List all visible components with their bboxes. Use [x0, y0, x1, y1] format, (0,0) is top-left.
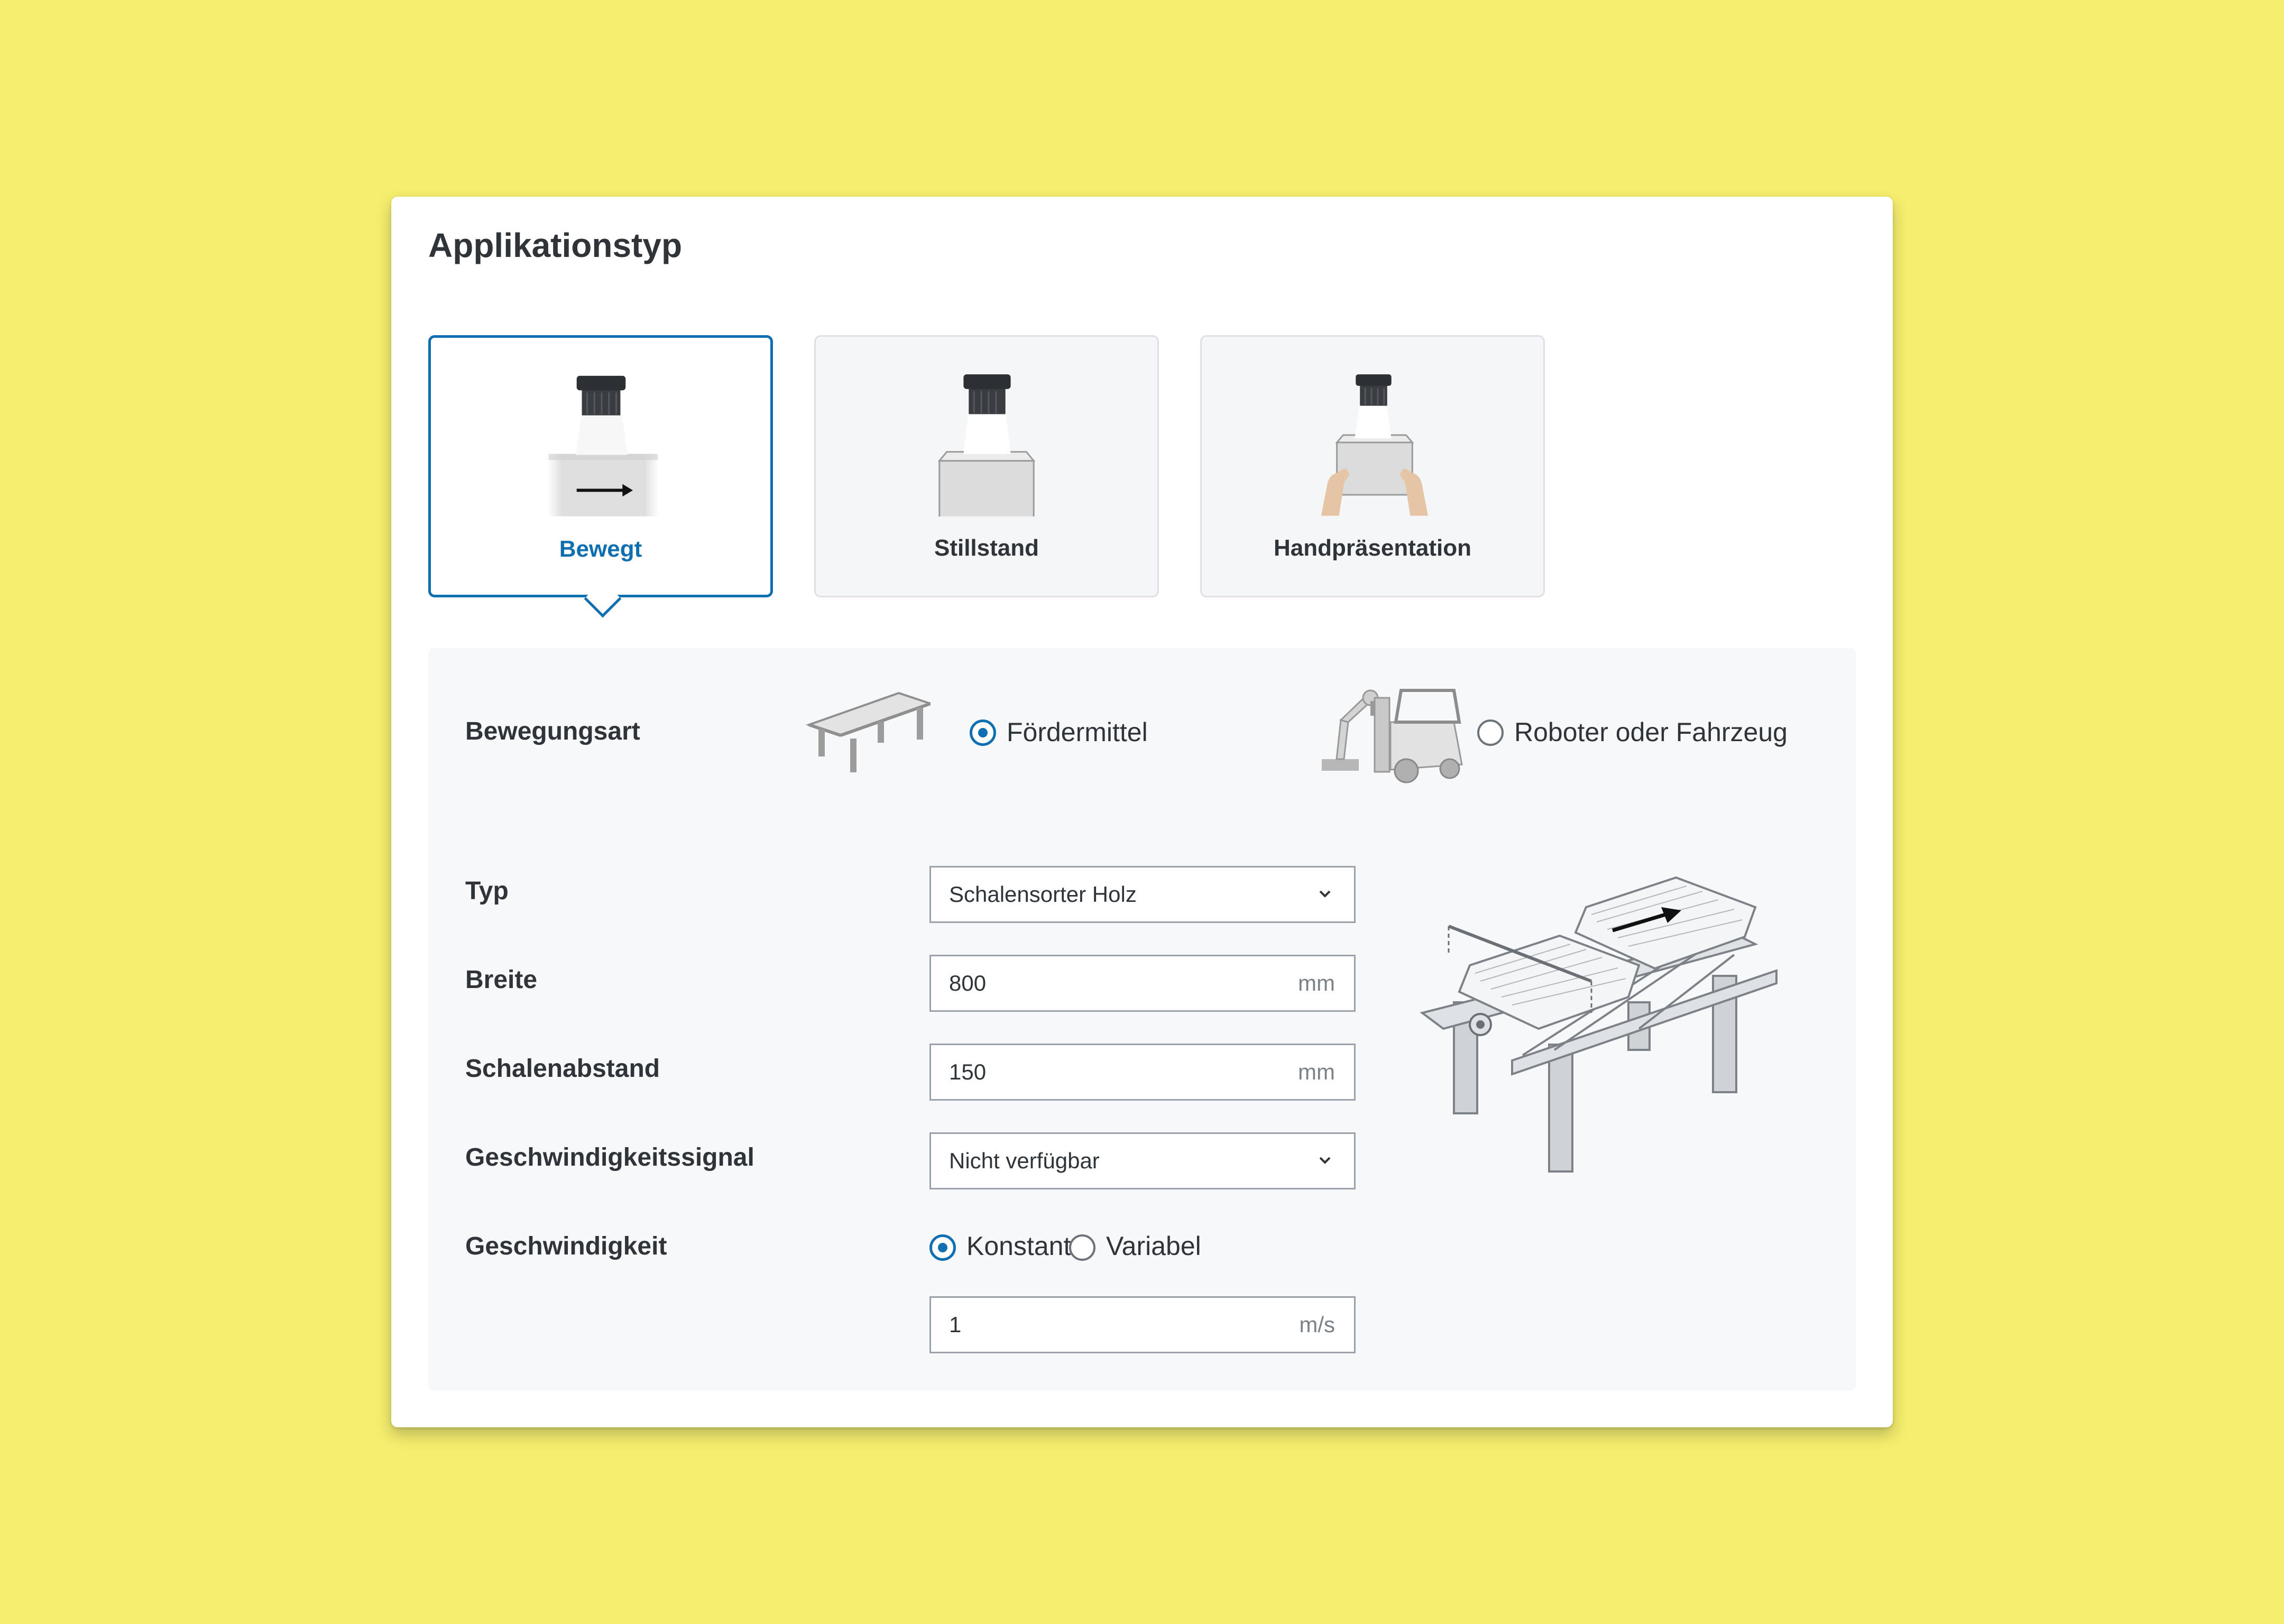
radio-robot-vehicle[interactable]	[1477, 719, 1504, 746]
speed-label: Geschwindigkeit	[465, 1232, 667, 1260]
spacing-input[interactable]: 150 mm	[929, 1044, 1356, 1101]
tile-label: Handpräsentation	[1273, 535, 1472, 561]
tile-hand-presentation[interactable]: Handpräsentation	[1200, 335, 1545, 597]
speed-input-value: 1	[949, 1312, 962, 1337]
speed-input[interactable]: 1 m/s	[929, 1296, 1356, 1353]
speed-signal-select[interactable]: Nicht verfügbar	[929, 1132, 1356, 1189]
tile-label: Stillstand	[934, 535, 1039, 561]
chevron-down-icon	[1319, 890, 1331, 898]
type-select[interactable]: Schalensorter Holz	[929, 866, 1356, 923]
radio-variable[interactable]	[1069, 1234, 1095, 1261]
tile-moving[interactable]: Bewegt	[428, 335, 773, 618]
moving-box-icon	[548, 375, 658, 516]
robot-forklift-icon	[1322, 689, 1463, 783]
width-unit: mm	[1298, 971, 1335, 995]
type-select-value: Schalensorter Holz	[949, 882, 1137, 907]
tile-label: Bewegt	[559, 536, 642, 562]
still-box-icon	[937, 374, 1036, 516]
option-variable-label: Variabel	[1106, 1231, 1201, 1261]
application-type-card: Applikationstyp Bewegt Stillstand Handpr…	[391, 197, 1893, 1427]
tray-sorter-illustration	[1420, 876, 1778, 1173]
tile-standstill[interactable]: Stillstand	[814, 335, 1159, 597]
width-input-value: 800	[949, 971, 987, 995]
type-label: Typ	[465, 877, 509, 905]
chevron-down-icon	[1319, 1157, 1331, 1164]
width-input[interactable]: 800 mm	[929, 955, 1356, 1012]
speed-signal-value: Nicht verfügbar	[949, 1148, 1100, 1173]
option-conveyor-label: Fördermittel	[1007, 717, 1148, 747]
option-robot-vehicle-label: Roboter oder Fahrzeug	[1514, 717, 1788, 747]
option-constant-label: Konstant	[966, 1231, 1071, 1261]
radio-constant[interactable]	[929, 1234, 956, 1261]
radio-conveyor[interactable]	[970, 719, 996, 746]
width-label: Breite	[465, 966, 538, 994]
spacing-unit: mm	[1298, 1059, 1335, 1084]
spacing-label: Schalenabstand	[465, 1055, 660, 1083]
hand-held-box-icon	[1321, 374, 1429, 516]
speed-signal-label: Geschwindigkeitssignal	[465, 1143, 754, 1171]
conveyor-icon	[805, 691, 931, 772]
speed-unit: m/s	[1299, 1312, 1335, 1337]
card-title: Applikationstyp	[428, 226, 683, 264]
motion-type-label: Bewegungsart	[465, 717, 640, 745]
spacing-input-value: 150	[949, 1059, 987, 1084]
selection-pointer	[584, 580, 622, 618]
motion-settings-panel: Bewegungsart Fördermittel Roboter oder F…	[428, 648, 1856, 1390]
